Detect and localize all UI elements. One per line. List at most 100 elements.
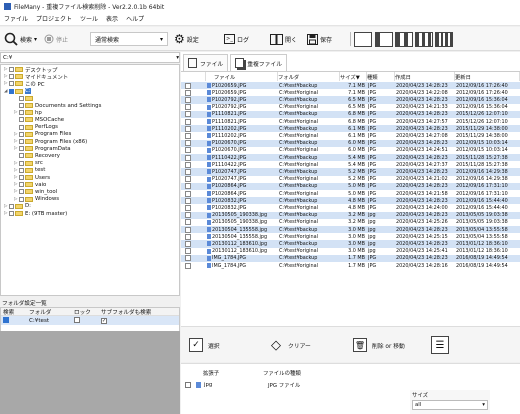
expand-icon[interactable]: ▷ [4, 74, 8, 79]
table-row[interactable]: 20130112_183610.jpg C:¥test¥original 3.0 M… [181, 247, 520, 255]
table-row[interactable]: IMG_1784.JPG C:¥test¥backup 1.7 MB JPG 2020/… [181, 254, 520, 262]
extension-checkbox[interactable] [185, 382, 191, 388]
folder-tree[interactable]: ▷ デスクトップ ▷ マイドキュメント ▷ この PC ◢ C: Documents and S… [0, 64, 180, 296]
menu-tools[interactable]: ツール [80, 14, 98, 23]
subfolder-checkbox[interactable]: ✓ [101, 317, 107, 324]
tab-files[interactable]: ファイル [183, 54, 229, 71]
row-checkbox[interactable] [185, 96, 191, 103]
col-size[interactable]: サイズ▼ [340, 72, 367, 81]
tree-checkbox[interactable] [19, 95, 24, 101]
table-row[interactable]: 20130504_135558.jpg C:¥test¥backup 3.0 MB j… [181, 226, 520, 234]
lock-checkbox[interactable] [74, 316, 80, 323]
row-checkbox[interactable] [185, 240, 191, 247]
tree-item[interactable]: ◢ C: [4, 88, 31, 95]
file-grid[interactable]: ファイル フォルダ サイズ▼ 種類 作成日 更新日 P1020659.JPG C:… [181, 72, 520, 326]
tree-checkbox[interactable] [19, 110, 24, 116]
tree-checkbox[interactable] [9, 74, 14, 80]
col-folder[interactable]: フォルダ [278, 72, 340, 81]
expand-icon[interactable]: ▷ [14, 168, 18, 173]
table-row[interactable]: P1020864.JPG C:¥test¥backup 5.0 MB JPG 2020/… [181, 182, 520, 190]
tab-duplicate-files[interactable]: 重複ファイル [230, 54, 287, 71]
table-row[interactable]: P1110422.JPG C:¥test¥original 5.4 MB JPG 202… [181, 161, 520, 169]
extension-row[interactable]: jpg JPG ファイル [185, 381, 300, 389]
tree-item[interactable]: Documents and Settings [14, 102, 101, 109]
layout-four-icon[interactable] [415, 31, 433, 47]
table-row[interactable]: 20130112_183610.jpg C:¥test¥backup 3.0 MB j… [181, 240, 520, 248]
row-checkbox[interactable] [185, 233, 191, 240]
tree-item[interactable]: ▷ Windows [14, 196, 59, 203]
tree-item[interactable]: ▷ Users [14, 174, 50, 181]
table-row[interactable]: P1020670.JPG C:¥test¥original 6.0 MB JPG 202… [181, 146, 520, 154]
col-type[interactable]: 種類 [367, 72, 395, 81]
row-checkbox[interactable] [185, 140, 191, 147]
tree-item[interactable]: ▷ src [14, 160, 43, 167]
expand-icon[interactable]: ▷ [14, 182, 18, 187]
tree-checkbox[interactable] [19, 189, 24, 195]
table-row[interactable]: P1020670.JPG C:¥test¥backup 6.0 MB JPG 2020/… [181, 139, 520, 147]
row-checkbox[interactable] [185, 190, 191, 197]
row-checkbox[interactable] [185, 125, 191, 132]
row-checkbox[interactable] [185, 204, 191, 211]
menu-file[interactable]: ファイル [4, 14, 28, 23]
tree-item[interactable] [14, 95, 35, 102]
tree-checkbox[interactable] [9, 211, 14, 216]
row-checkbox[interactable] [185, 262, 191, 269]
tree-checkbox[interactable] [19, 124, 24, 130]
stop-button[interactable]: 停止 [44, 31, 68, 47]
expand-icon[interactable]: ▷ [14, 197, 18, 202]
table-row[interactable]: P1020659.JPG C:¥test¥backup 7.1 MB JPG 2020/… [181, 82, 520, 90]
filter-settings-button[interactable]: ☰ [431, 335, 454, 355]
tree-checkbox[interactable] [19, 146, 24, 152]
col-file[interactable]: ファイル [206, 72, 278, 81]
search-button[interactable]: 検索 ▾ [4, 31, 37, 47]
row-checkbox[interactable] [185, 118, 191, 125]
row-checkbox[interactable] [185, 104, 191, 111]
open-button[interactable]: 開く [270, 31, 297, 47]
menu-help[interactable]: ヘルプ [126, 14, 144, 23]
folder-settings-row[interactable]: C:¥test ✓ [1, 316, 179, 325]
clear-button[interactable]: ◇ クリアー [269, 335, 311, 355]
tree-item[interactable]: ▷ ProgramData [14, 145, 71, 152]
tree-checkbox[interactable] [9, 88, 14, 94]
tree-item[interactable]: ▷ Program Files [14, 131, 71, 138]
expand-icon[interactable]: ▷ [14, 110, 18, 115]
tree-item[interactable]: PerfLogs [14, 124, 58, 131]
search-checkbox[interactable] [3, 316, 9, 323]
row-checkbox[interactable] [185, 226, 191, 233]
row-checkbox[interactable] [185, 82, 191, 89]
row-checkbox[interactable] [185, 176, 191, 183]
tree-item[interactable]: Recovery [14, 152, 60, 159]
row-checkbox[interactable] [185, 161, 191, 168]
table-row[interactable]: P1110202.JPG C:¥test¥backup 6.1 MB JPG 2020/… [181, 125, 520, 133]
table-row[interactable]: P1020747.JPG C:¥test¥backup 5.2 MB JPG 2020/… [181, 168, 520, 176]
settings-button[interactable]: ⚙ 設定 [174, 31, 199, 47]
menu-view[interactable]: 表示 [106, 14, 118, 23]
table-row[interactable]: P1020792.JPG C:¥test¥original 6.5 MB JPG 202… [181, 103, 520, 111]
table-row[interactable]: P1020747.JPG C:¥test¥original 5.2 MB JPG 202… [181, 175, 520, 183]
size-select[interactable]: all ▾ [412, 400, 488, 410]
tree-checkbox[interactable] [19, 196, 24, 202]
tree-item[interactable]: ▷ D: [4, 203, 31, 210]
save-button[interactable]: 保存 [307, 31, 332, 47]
search-mode-select[interactable]: 通常検索 ▾ [90, 31, 168, 47]
table-row[interactable]: P1020832.JPG C:¥test¥original 4.8 MB JPG 202… [181, 204, 520, 212]
row-checkbox[interactable] [185, 168, 191, 175]
table-row[interactable]: P1020864.JPG C:¥test¥original 5.0 MB JPG 202… [181, 190, 520, 198]
tree-item[interactable]: ▷ hp [14, 109, 42, 116]
tree-item[interactable]: ▷ test [14, 167, 45, 174]
tree-item[interactable]: ▷ E: (9TB master) [4, 210, 67, 217]
tree-item[interactable]: ▷ vaio [14, 181, 46, 188]
tree-checkbox[interactable] [9, 203, 14, 209]
menu-project[interactable]: プロジェクト [36, 14, 72, 23]
tree-item[interactable]: ▷ この PC [4, 80, 45, 88]
row-checkbox[interactable] [185, 255, 191, 262]
tree-item[interactable]: ▷ Program Files (x86) [14, 138, 87, 145]
row-checkbox[interactable] [185, 212, 191, 219]
expand-icon[interactable]: ▷ [4, 211, 8, 216]
tree-checkbox[interactable] [19, 153, 24, 159]
expand-icon[interactable]: ▷ [4, 81, 8, 86]
table-row[interactable]: P1110202.JPG C:¥test¥original 6.1 MB JPG 202… [181, 132, 520, 140]
expand-icon[interactable]: ▷ [14, 132, 18, 137]
tree-checkbox[interactable] [9, 81, 14, 87]
expand-icon[interactable]: ▷ [14, 139, 18, 144]
